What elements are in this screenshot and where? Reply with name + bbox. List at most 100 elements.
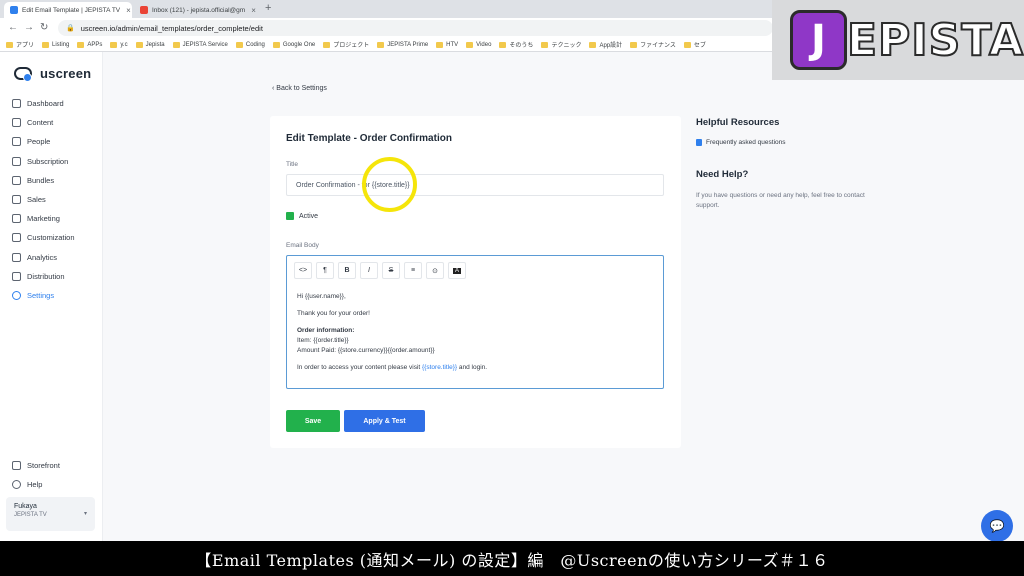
- amount-line: Amount Paid: {{store.currency}}{{order.a…: [297, 347, 435, 354]
- bookmark-item[interactable]: テクニック: [541, 40, 581, 49]
- chart-icon: [12, 252, 21, 262]
- sidebar-bottom-nav: Storefront Help: [0, 456, 103, 494]
- sidebar-item-storefront[interactable]: Storefront: [0, 456, 103, 475]
- bookmark-item[interactable]: ファイナンス: [630, 40, 676, 49]
- bookmark-item[interactable]: Google One: [272, 41, 315, 48]
- apply-test-button[interactable]: Apply & Test: [344, 410, 425, 432]
- bookmark-item[interactable]: アプリ: [6, 40, 34, 49]
- store-title-link[interactable]: {{store.title}}: [422, 364, 457, 371]
- tab-edit-email-template[interactable]: Edit Email Template | JEPISTA TV ×: [4, 2, 132, 18]
- gmail-favicon-icon: [140, 6, 148, 14]
- sidebar-item-people[interactable]: People: [0, 132, 103, 151]
- sidebar-nav: Dashboard Content People Subscription Bu…: [0, 94, 103, 305]
- sidebar-item-analytics[interactable]: Analytics: [0, 248, 103, 267]
- help-text: If you have questions or need any help, …: [696, 192, 865, 209]
- link-button[interactable]: ⊙: [426, 262, 444, 279]
- item-line: Item: {{order.title}}: [297, 337, 349, 344]
- bookmark-item[interactable]: そのうち: [499, 40, 533, 49]
- tab-inbox[interactable]: Inbox (121) - jepista.official@gm ×: [134, 2, 262, 18]
- gear-icon: [12, 290, 21, 300]
- strikethrough-button[interactable]: S: [382, 262, 400, 279]
- tab-label: Inbox (121) - jepista.official@gm: [152, 6, 246, 14]
- folder-icon: [466, 41, 474, 48]
- sidebar-item-subscription[interactable]: Subscription: [0, 152, 103, 171]
- folder-icon: [110, 41, 118, 48]
- folder-icon: [12, 118, 21, 128]
- logo-text: EPISTA: [846, 14, 1024, 67]
- code-view-button[interactable]: <>: [294, 262, 312, 279]
- text-color-button[interactable]: A: [448, 262, 466, 279]
- folder-icon: [541, 41, 549, 48]
- sidebar-item-distribution[interactable]: Distribution: [0, 267, 103, 286]
- helpful-resources-title: Helpful Resources: [696, 117, 780, 128]
- save-button[interactable]: Save: [286, 410, 340, 432]
- edit-icon: [12, 233, 21, 243]
- bookmark-item[interactable]: JEPISTA Prime: [377, 41, 428, 48]
- dollar-icon: [12, 195, 21, 205]
- paragraph-button[interactable]: ¶: [316, 262, 334, 279]
- bookmark-item[interactable]: プロジェクト: [323, 40, 369, 49]
- bookmark-item[interactable]: Jepista: [135, 41, 165, 48]
- account-switcher[interactable]: Fukaya JEPISTA TV ▾: [6, 497, 95, 531]
- bookmark-item[interactable]: APPs: [77, 41, 102, 48]
- sidebar-item-dashboard[interactable]: Dashboard: [0, 94, 103, 113]
- megaphone-icon: [12, 214, 21, 224]
- email-body-editor[interactable]: <> ¶ B I S ≡ ⊙ A Hi {{user.name}}, Thank…: [286, 255, 664, 389]
- bookmark-item[interactable]: Coding: [235, 41, 265, 48]
- bookmark-item[interactable]: Listing: [42, 41, 69, 48]
- forward-arrow-icon[interactable]: →: [24, 22, 34, 33]
- brand-name: uscreen: [40, 66, 92, 81]
- email-body-label: Email Body: [286, 242, 319, 249]
- dashboard-icon: [12, 99, 21, 109]
- active-label: Active: [299, 213, 319, 220]
- faq-link[interactable]: Frequently asked questions: [696, 139, 786, 146]
- address-bar[interactable]: 🔒 uscreen.io/admin/email_templates/order…: [58, 20, 773, 36]
- uscreen-favicon-icon: [10, 6, 18, 14]
- bookmark-item[interactable]: Video: [466, 41, 491, 48]
- thanks-line: Thank you for your order!: [297, 310, 370, 317]
- new-tab-icon[interactable]: +: [265, 2, 271, 14]
- bold-button[interactable]: B: [338, 262, 356, 279]
- back-to-settings-link[interactable]: ‹ Back to Settings: [272, 85, 327, 92]
- reload-icon[interactable]: ↻: [40, 22, 48, 33]
- sidebar-item-marketing[interactable]: Marketing: [0, 209, 103, 228]
- back-arrow-icon[interactable]: ←: [8, 22, 18, 33]
- sidebar-item-sales[interactable]: Sales: [0, 190, 103, 209]
- italic-button[interactable]: I: [360, 262, 378, 279]
- bookmark-item[interactable]: セブ: [683, 40, 706, 49]
- document-icon: [696, 139, 702, 146]
- order-heading: Order information:: [297, 327, 355, 334]
- refresh-icon: [12, 156, 21, 166]
- lock-icon: 🔒: [66, 25, 75, 32]
- access-line: In order to access your content please v…: [297, 364, 488, 371]
- share-icon: [12, 271, 21, 281]
- store-icon: [12, 461, 21, 471]
- sidebar-item-help[interactable]: Help: [0, 475, 103, 494]
- bookmark-item[interactable]: App設計: [589, 40, 622, 49]
- bookmark-item[interactable]: HTV: [436, 41, 458, 48]
- apps-icon: [6, 41, 13, 48]
- tab-label: Edit Email Template | JEPISTA TV: [22, 6, 121, 14]
- video-caption: 【Email Templates (通知メール) の設定】編 @Uscreenの…: [0, 541, 1024, 576]
- sidebar-item-bundles[interactable]: Bundles: [0, 171, 103, 190]
- list-button[interactable]: ≡: [404, 262, 422, 279]
- folder-icon: [589, 41, 597, 48]
- close-tab-icon[interactable]: ×: [251, 6, 256, 15]
- active-checkbox[interactable]: [286, 212, 294, 220]
- folder-icon: [42, 41, 50, 48]
- jepista-logo: J EPISTA: [772, 0, 1024, 80]
- folder-icon: [77, 41, 85, 48]
- folder-icon: [172, 41, 180, 48]
- close-tab-icon[interactable]: ×: [126, 6, 131, 15]
- chat-icon[interactable]: 💬: [981, 510, 1013, 542]
- google-one-icon: [272, 41, 280, 48]
- brand-logo[interactable]: uscreen: [14, 66, 92, 82]
- url-text: uscreen.io/admin/email_templates/order_c…: [80, 23, 263, 33]
- sidebar-item-customization[interactable]: Customization: [0, 228, 103, 247]
- title-input[interactable]: Order Confirmation - for {{store.title}}: [286, 174, 664, 196]
- bookmark-item[interactable]: JEPISTA Service: [172, 41, 228, 48]
- sidebar-item-content[interactable]: Content: [0, 113, 103, 132]
- need-help-title: Need Help?: [696, 169, 749, 180]
- bookmark-item[interactable]: y.c: [110, 41, 128, 48]
- sidebar-item-settings[interactable]: Settings: [0, 286, 103, 305]
